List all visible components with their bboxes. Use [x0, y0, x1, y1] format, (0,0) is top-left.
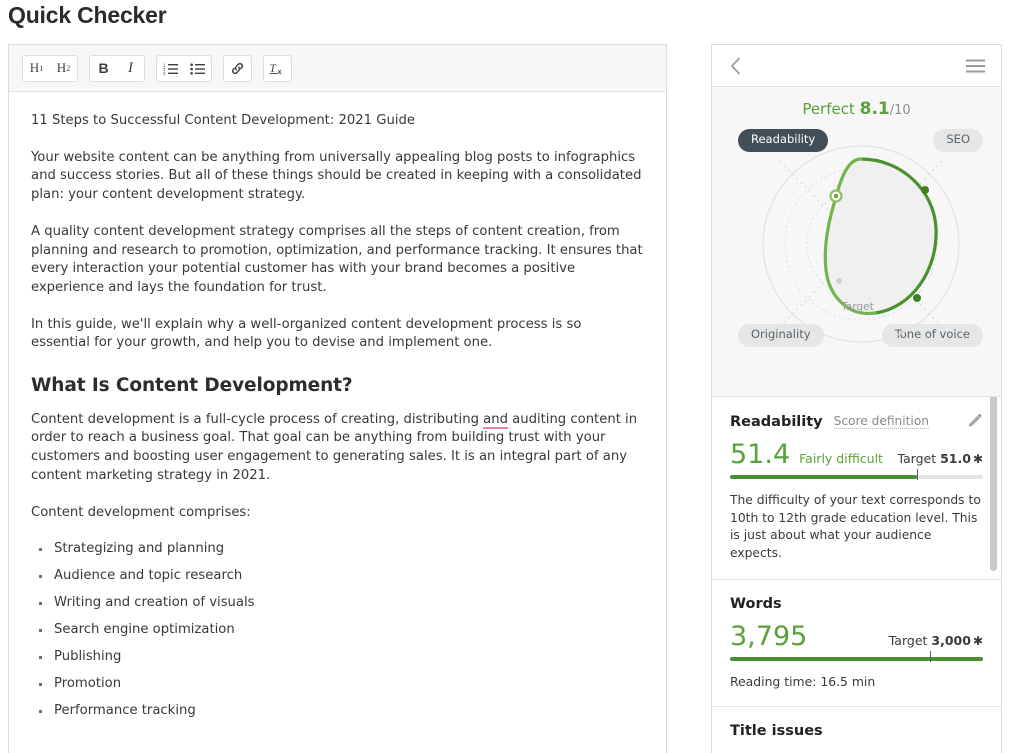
- words-section: Words 3,795 Target 3,000✱ Reading time: …: [712, 580, 1001, 707]
- readability-section-header: Readability Score definition: [730, 413, 983, 430]
- words-metric-row: 3,795 Target 3,000✱: [730, 623, 983, 650]
- toolbar-group-lists: 1 2 3: [156, 55, 212, 82]
- doc-paragraph-3: In this guide, we'll explain why a well-…: [31, 316, 644, 353]
- title-issues-title: Title issues: [730, 723, 823, 739]
- bullet-list-icon: [190, 62, 205, 75]
- doc-bullet-list: Strategizing and planning Audience and t…: [31, 540, 644, 721]
- readability-target-tick: [917, 469, 918, 480]
- italic-button[interactable]: I: [117, 56, 144, 81]
- words-section-header: Words: [730, 596, 983, 612]
- list-item: Strategizing and planning: [31, 540, 644, 559]
- toolbar-group-clear: T x: [263, 55, 292, 82]
- overall-verdict: Perfect: [802, 100, 855, 118]
- link-icon: [230, 61, 245, 76]
- heading-1-sub: 1: [39, 64, 43, 73]
- overall-score-value: 8.1: [860, 99, 890, 119]
- radar-target-label: Target: [712, 301, 1001, 313]
- words-progress-bar: [730, 657, 983, 661]
- readability-section: Readability Score definition 51.4 Fairly…: [712, 397, 1001, 580]
- heading-1-label: H: [30, 60, 39, 76]
- radar-point-seo: [921, 186, 929, 194]
- svg-text:x: x: [278, 68, 282, 76]
- pencil-icon[interactable]: [966, 413, 983, 430]
- clear-formatting-button[interactable]: T x: [264, 56, 291, 81]
- quick-checker-app: Quick Checker H1 H2 B I 1: [0, 0, 1010, 753]
- readability-target-prefix: Target: [897, 451, 936, 466]
- page-title: Quick Checker: [8, 2, 166, 29]
- svg-text:3: 3: [163, 71, 166, 75]
- doc-paragraph-2: A quality content development strategy c…: [31, 223, 644, 298]
- list-item: Promotion: [31, 675, 644, 694]
- readability-value: 51.4: [730, 441, 790, 468]
- readability-qualifier: Fairly difficult: [799, 451, 883, 466]
- list-item: Publishing: [31, 648, 644, 667]
- doc-heading-what-is-content-development: What Is Content Development?: [31, 377, 644, 396]
- panel-header: [712, 45, 1001, 87]
- words-target-prefix: Target: [889, 633, 928, 648]
- readability-metric-row: 51.4 Fairly difficult Target 51.0✱: [730, 441, 983, 468]
- radar-svg: [712, 124, 1001, 382]
- readability-title: Readability: [730, 414, 823, 430]
- list-item: Performance tracking: [31, 702, 644, 721]
- list-item: Search engine optimization: [31, 621, 644, 640]
- clear-formatting-icon: T x: [269, 61, 286, 76]
- list-item: Writing and creation of visuals: [31, 594, 644, 613]
- reading-time: Reading time: 16.5 min: [730, 674, 983, 689]
- doc-paragraph-1: Your website content can be anything fro…: [31, 149, 644, 205]
- readability-progress-fill: [730, 475, 917, 479]
- checker-panel: Perfect 8.1/10 Readability SEO Originali…: [711, 44, 1002, 753]
- heading-2-label: H: [57, 60, 66, 76]
- bullet-list-button[interactable]: [184, 56, 211, 81]
- radar-point-readability-core: [834, 194, 838, 198]
- toolbar-group-styles: B I: [89, 55, 145, 82]
- words-progress-fill: [730, 657, 983, 661]
- readability-target-star: ✱: [973, 452, 983, 466]
- toolbar-group-link: [223, 55, 252, 82]
- words-target: Target 3,000✱: [889, 633, 983, 648]
- overall-score-block: Perfect 8.1/10 Readability SEO Originali…: [712, 87, 1001, 397]
- list-item: Audience and topic research: [31, 567, 644, 586]
- doc-paragraph-4-part-a: Content development is a full-cycle proc…: [31, 412, 483, 427]
- doc-paragraph-5: Content development comprises:: [31, 504, 644, 523]
- readability-description: The difficulty of your text corresponds …: [730, 492, 983, 562]
- readability-progress-bar: [730, 475, 983, 479]
- overall-score: Perfect 8.1/10: [712, 99, 1001, 119]
- bold-button[interactable]: B: [90, 56, 117, 81]
- panel-scroll-area: Perfect 8.1/10 Readability SEO Originali…: [712, 87, 1001, 753]
- heading-1-button[interactable]: H1: [23, 56, 50, 81]
- heading-2-button[interactable]: H2: [50, 56, 77, 81]
- editor-card: H1 H2 B I 1 2 3: [8, 44, 667, 753]
- overall-score-denominator: /10: [890, 103, 911, 118]
- words-target-tick: [930, 651, 931, 662]
- hamburger-menu-icon[interactable]: [966, 59, 985, 73]
- chevron-left-icon[interactable]: [730, 57, 741, 75]
- toolbar-group-headings: H1 H2: [22, 55, 78, 82]
- words-target-value: 3,000: [931, 633, 971, 648]
- doc-paragraph-4: Content development is a full-cycle proc…: [31, 411, 644, 486]
- doc-title-line: 11 Steps to Successful Content Developme…: [31, 112, 644, 131]
- ordered-list-icon: 1 2 3: [163, 62, 178, 75]
- ordered-list-button[interactable]: 1 2 3: [157, 56, 184, 81]
- readability-target-value: 51.0: [940, 451, 971, 466]
- radar-point-originality: [836, 278, 842, 284]
- document-editor-body[interactable]: 11 Steps to Successful Content Developme…: [9, 92, 666, 753]
- quality-radar-chart: Readability SEO Originality Tone of voic…: [712, 124, 1001, 382]
- title-issues-header: Title issues: [730, 723, 983, 739]
- insert-link-button[interactable]: [224, 56, 251, 81]
- words-title: Words: [730, 596, 782, 612]
- editor-toolbar: H1 H2 B I 1 2 3: [9, 45, 666, 92]
- readability-target: Target 51.0✱: [897, 451, 983, 466]
- title-issues-section: Title issues: [712, 707, 1001, 753]
- grammar-issue-highlight[interactable]: and: [483, 412, 508, 429]
- score-definition-link[interactable]: Score definition: [834, 414, 929, 429]
- heading-2-sub: 2: [66, 64, 70, 73]
- words-value: 3,795: [730, 623, 807, 650]
- words-target-star: ✱: [973, 634, 983, 648]
